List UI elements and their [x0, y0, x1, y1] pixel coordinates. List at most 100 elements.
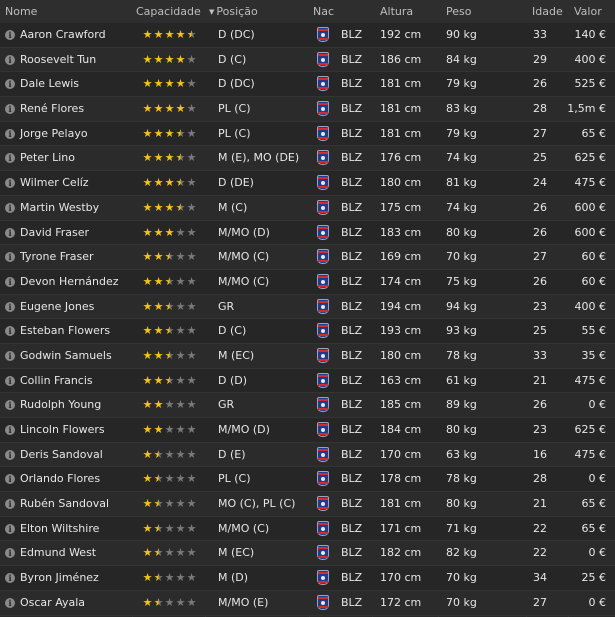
header-nationality[interactable]: Nac [313, 5, 334, 18]
info-icon[interactable]: i [5, 573, 15, 584]
height-cell: 178 cm [380, 472, 422, 486]
height-cell: 181 cm [380, 126, 422, 140]
player-name-link[interactable]: Dale Lewis [20, 78, 79, 90]
info-icon[interactable]: i [5, 104, 15, 115]
info-icon[interactable]: i [5, 449, 15, 460]
table-row[interactable]: i Orlando Flores ★★★★★ PL (C) BLZ 178 cm 78 kg… [0, 467, 615, 493]
star-icon: ★ [164, 77, 175, 91]
info-icon[interactable]: i [5, 597, 15, 608]
header-age[interactable]: Idade [532, 5, 563, 18]
position-cell: D (DC) [218, 77, 255, 91]
position-cell: GR [218, 398, 235, 412]
table-row[interactable]: i Edmund West ★★★★★ M (EC) BLZ 182 cm 82 kg 22 0… [0, 541, 615, 567]
info-icon[interactable]: i [5, 54, 15, 65]
table-row[interactable]: i David Fraser ★★★★★ M/MO (D) BLZ 183 cm 80 kg… [0, 220, 615, 246]
player-name-link[interactable]: David Fraser [20, 226, 89, 239]
nationality-cell: BLZ [341, 595, 363, 609]
table-row[interactable]: i Eugene Jones ★★★★★ GR BLZ 194 cm 94 kg 23 400 … [0, 294, 615, 320]
header-value[interactable]: Valor [574, 5, 602, 18]
info-icon[interactable]: i [5, 301, 15, 312]
player-name-link[interactable]: Peter Lino [20, 152, 75, 164]
header-ability[interactable]: Capacidade [136, 5, 201, 18]
info-icon[interactable]: i [5, 548, 15, 559]
table-row[interactable]: i Roosevelt Tun ★★★★★ D (C) BLZ 186 cm 84 kg 29… [0, 47, 615, 73]
player-name-link[interactable]: Roosevelt Tun [20, 53, 96, 66]
player-name-link[interactable]: Aaron Crawford [20, 29, 106, 41]
ability-star-rating: ★★★★★ [142, 398, 197, 411]
table-row[interactable]: i Devon Hernández ★★★★★ M/MO (C) BLZ 174 cm 75… [0, 269, 615, 295]
player-name-link[interactable]: Godwin Samuels [20, 349, 112, 362]
info-icon[interactable]: i [5, 153, 15, 164]
table-row[interactable]: i Tyrone Fraser ★★★★★ M/MO (C) BLZ 169 cm 70 k… [0, 245, 615, 270]
table-row[interactable]: i Martin Westby ★★★★★ M (C) BLZ 175 cm 74 kg 26… [0, 195, 615, 221]
player-name-link[interactable]: Rudolph Young [20, 399, 101, 411]
player-name-link[interactable]: Elton Wiltshire [20, 522, 99, 535]
ability-star-rating: ★★★★★ [142, 77, 197, 90]
star-icon: ★ [186, 28, 197, 41]
table-row[interactable]: i Dale Lewis ★★★★★ D (DC) BLZ 181 cm 79 kg 26 52… [0, 72, 615, 98]
star-icon: ★ [164, 324, 175, 338]
table-row[interactable]: i Jorge Pelayo ★★★★★ PL (C) BLZ 181 cm 79 kg 27… [0, 121, 615, 147]
player-name-link[interactable]: Martin Westby [20, 201, 99, 214]
height-cell: 181 cm [380, 497, 422, 511]
player-name-link[interactable]: Edmund West [20, 547, 96, 559]
table-row[interactable]: i Rudolph Young ★★★★★ GR BLZ 185 cm 89 kg 26 0 € [0, 393, 615, 418]
player-name-link[interactable]: Wilmer Celíz [20, 177, 89, 189]
info-icon[interactable]: i [5, 375, 15, 386]
info-icon[interactable]: i [5, 79, 15, 90]
weight-cell: 82 kg [446, 546, 477, 560]
player-name-link[interactable]: Byron Jiménez [20, 572, 99, 584]
table-row[interactable]: i Lincoln Flowers ★★★★★ M/MO (D) BLZ 184 cm 80… [0, 418, 615, 443]
star-icon: ★ [142, 447, 153, 461]
info-icon[interactable]: i [5, 474, 15, 485]
player-name-link[interactable]: Collin Francis [20, 374, 93, 387]
info-icon[interactable]: i [5, 30, 15, 40]
player-name-link[interactable]: Eugene Jones [20, 300, 94, 313]
table-row[interactable]: i Byron Jiménez ★★★★★ M (D) BLZ 170 cm 70 kg 34… [0, 566, 615, 591]
info-icon[interactable]: i [5, 425, 15, 435]
table-row[interactable]: i René Flores ★★★★★ PL (C) BLZ 181 cm 83 kg 28 1… [0, 97, 615, 122]
info-icon[interactable]: i [5, 400, 15, 411]
weight-cell: 80 kg [446, 497, 477, 511]
player-name-link[interactable]: Rubén Sandoval [20, 498, 109, 510]
header-weight[interactable]: Peso [446, 5, 471, 18]
player-name-link[interactable]: René Flores [20, 103, 84, 115]
info-icon[interactable]: i [5, 276, 15, 287]
player-name-link[interactable]: Orlando Flores [20, 473, 100, 485]
info-icon[interactable]: i [5, 202, 15, 213]
age-cell: 28 [533, 102, 547, 116]
header-height[interactable]: Altura [380, 5, 413, 18]
player-name-link[interactable]: Oscar Ayala [20, 596, 85, 609]
info-icon[interactable]: i [5, 128, 15, 139]
info-icon[interactable]: i [5, 326, 15, 337]
star-icon: ★ [142, 472, 153, 486]
player-name-link[interactable]: Devon Hernández [20, 275, 119, 288]
info-icon[interactable]: i [5, 178, 15, 189]
player-name-link[interactable]: Tyrone Fraser [20, 251, 94, 263]
info-icon[interactable]: i [5, 499, 15, 510]
table-row[interactable]: i Elton Wiltshire ★★★★★ M/MO (C) BLZ 171 cm 71… [0, 516, 615, 542]
header-position[interactable]: ▼ Posição [209, 5, 258, 18]
table-row[interactable]: i Esteban Flowers ★★★★★ D (C) BLZ 193 cm 93 kg… [0, 319, 615, 344]
belize-flag-icon [317, 27, 329, 42]
header-name[interactable]: Nome [5, 5, 37, 18]
player-name-link[interactable]: Esteban Flowers [20, 325, 110, 337]
table-row[interactable]: i Collin Francis ★★★★★ D (D) BLZ 163 cm 61 kg 2… [0, 368, 615, 394]
table-row[interactable]: i Rubén Sandoval ★★★★★ MO (C), PL (C) BLZ 181… [0, 492, 615, 517]
player-name-link[interactable]: Jorge Pelayo [20, 127, 88, 140]
table-row[interactable]: i Deris Sandoval ★★★★★ D (E) BLZ 170 cm 63 kg 1… [0, 442, 615, 468]
table-row[interactable]: i Wilmer Celíz ★★★★★ D (DE) BLZ 180 cm 81 kg 24… [0, 171, 615, 196]
table-row[interactable]: i Aaron Crawford ★★★★★ D (DC) BLZ 192 cm 90 kg… [0, 23, 615, 48]
info-icon[interactable]: i [5, 523, 15, 534]
table-row[interactable]: i Peter Lino ★★★★★ M (E), MO (DE) BLZ 176 cm 7… [0, 146, 615, 172]
weight-cell: 89 kg [446, 398, 477, 412]
player-name-link[interactable]: Lincoln Flowers [20, 424, 105, 436]
table-row[interactable]: i Oscar Ayala ★★★★★ M/MO (E) BLZ 172 cm 70 kg 2… [0, 590, 615, 616]
table-row[interactable]: i Godwin Samuels ★★★★★ M (EC) BLZ 180 cm 78 kg… [0, 343, 615, 369]
info-icon[interactable]: i [5, 252, 15, 263]
info-icon[interactable]: i [5, 227, 15, 238]
player-name-link[interactable]: Deris Sandoval [20, 448, 103, 461]
star-icon: ★ [153, 52, 164, 66]
weight-cell: 79 kg [446, 126, 477, 140]
info-icon[interactable]: i [5, 350, 15, 361]
